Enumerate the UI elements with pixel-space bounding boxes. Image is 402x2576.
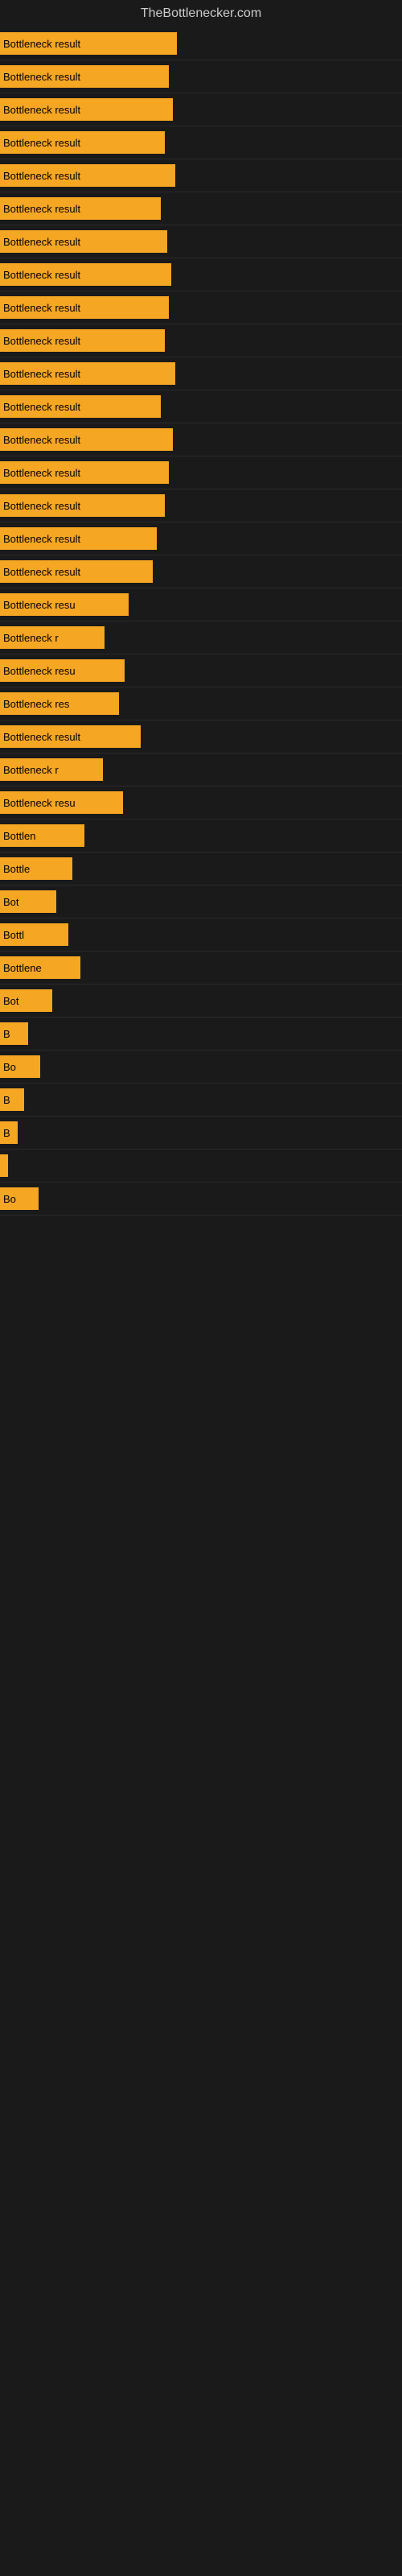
bar-row: Bottleneck result — [0, 357, 402, 390]
bar-row: Bot — [0, 886, 402, 919]
bar-row: Bottleneck result — [0, 93, 402, 126]
bottleneck-bar: B — [0, 1121, 18, 1144]
bottleneck-bar: Bottleneck result — [0, 197, 161, 220]
bottleneck-bar: Bottleneck result — [0, 362, 175, 385]
bar-row: Bottleneck result — [0, 192, 402, 225]
site-title: TheBottlenecker.com — [0, 0, 402, 27]
bottleneck-bar: Bottleneck result — [0, 725, 141, 748]
bottleneck-bar: Bottleneck result — [0, 296, 169, 319]
bottleneck-bar: Bottlen — [0, 824, 84, 847]
bottleneck-bar: Bot — [0, 989, 52, 1012]
bar-row: Bottle — [0, 852, 402, 886]
bottleneck-bar: Bottleneck resu — [0, 659, 125, 682]
bottleneck-bar: B — [0, 1088, 24, 1111]
bar-row: Bottleneck res — [0, 687, 402, 720]
bottleneck-bar: Bottleneck result — [0, 527, 157, 550]
bar-row: Bottleneck result — [0, 456, 402, 489]
bar-row: Bottleneck result — [0, 27, 402, 60]
bottleneck-bar: B — [0, 1022, 28, 1045]
bar-row: Bottleneck r — [0, 753, 402, 786]
bar-row: Bot — [0, 985, 402, 1018]
bar-row: Bottleneck result — [0, 390, 402, 423]
bottleneck-bar: Bottleneck result — [0, 428, 173, 451]
bar-row: Bottleneck result — [0, 522, 402, 555]
bar-row: Bottleneck result — [0, 720, 402, 753]
bottleneck-bar: Bottleneck result — [0, 230, 167, 253]
bar-row: Bottleneck result — [0, 126, 402, 159]
bar-row: Bo — [0, 1051, 402, 1084]
bottleneck-bar: Bot — [0, 890, 56, 913]
bottleneck-bar: Bottleneck result — [0, 164, 175, 187]
bottleneck-bar: Bottleneck resu — [0, 791, 123, 814]
bottleneck-bar: Bo — [0, 1055, 40, 1078]
bottleneck-bar: Bottleneck result — [0, 329, 165, 352]
bottleneck-bar: Bottleneck res — [0, 692, 119, 715]
bar-row: Bottlene — [0, 952, 402, 985]
bar-row: B — [0, 1084, 402, 1117]
bottleneck-bar: Bottleneck result — [0, 395, 161, 418]
bar-row: Bottleneck result — [0, 489, 402, 522]
bar-row: Bottleneck result — [0, 258, 402, 291]
bar-row: B — [0, 1117, 402, 1150]
bottleneck-bar: Bottleneck result — [0, 461, 169, 484]
bottleneck-bar: Bottleneck result — [0, 494, 165, 517]
bar-row: Bottleneck result — [0, 225, 402, 258]
bar-row: Bo — [0, 1183, 402, 1216]
bottleneck-bar: Bottleneck r — [0, 758, 103, 781]
bottleneck-bar: Bottleneck r — [0, 626, 105, 649]
bar-row: Bottleneck result — [0, 423, 402, 456]
bottleneck-bar: Bottlene — [0, 956, 80, 979]
bar-row: Bottleneck resu — [0, 588, 402, 621]
bottleneck-bar: Bottleneck result — [0, 263, 171, 286]
bottleneck-bar: Bottleneck result — [0, 32, 177, 55]
bottleneck-bar: Bo — [0, 1187, 39, 1210]
bar-row: Bottlen — [0, 819, 402, 852]
bar-row: Bottleneck result — [0, 60, 402, 93]
bottleneck-bar: Bottleneck result — [0, 98, 173, 121]
bar-row: Bottleneck resu — [0, 786, 402, 819]
bottleneck-bar: Bottleneck result — [0, 65, 169, 88]
bar-row: Bottleneck result — [0, 324, 402, 357]
bottleneck-bar — [0, 1154, 8, 1177]
bottleneck-bar: Bottl — [0, 923, 68, 946]
bar-row: Bottleneck result — [0, 291, 402, 324]
bar-row: B — [0, 1018, 402, 1051]
bottleneck-bar: Bottleneck result — [0, 131, 165, 154]
bar-row — [0, 1150, 402, 1183]
bar-row: Bottl — [0, 919, 402, 952]
bar-row: Bottleneck result — [0, 159, 402, 192]
bar-row: Bottleneck resu — [0, 654, 402, 687]
bar-row: Bottleneck result — [0, 555, 402, 588]
bottleneck-bar: Bottleneck resu — [0, 593, 129, 616]
bar-row: Bottleneck r — [0, 621, 402, 654]
bottleneck-bar: Bottleneck result — [0, 560, 153, 583]
bottleneck-bar: Bottle — [0, 857, 72, 880]
